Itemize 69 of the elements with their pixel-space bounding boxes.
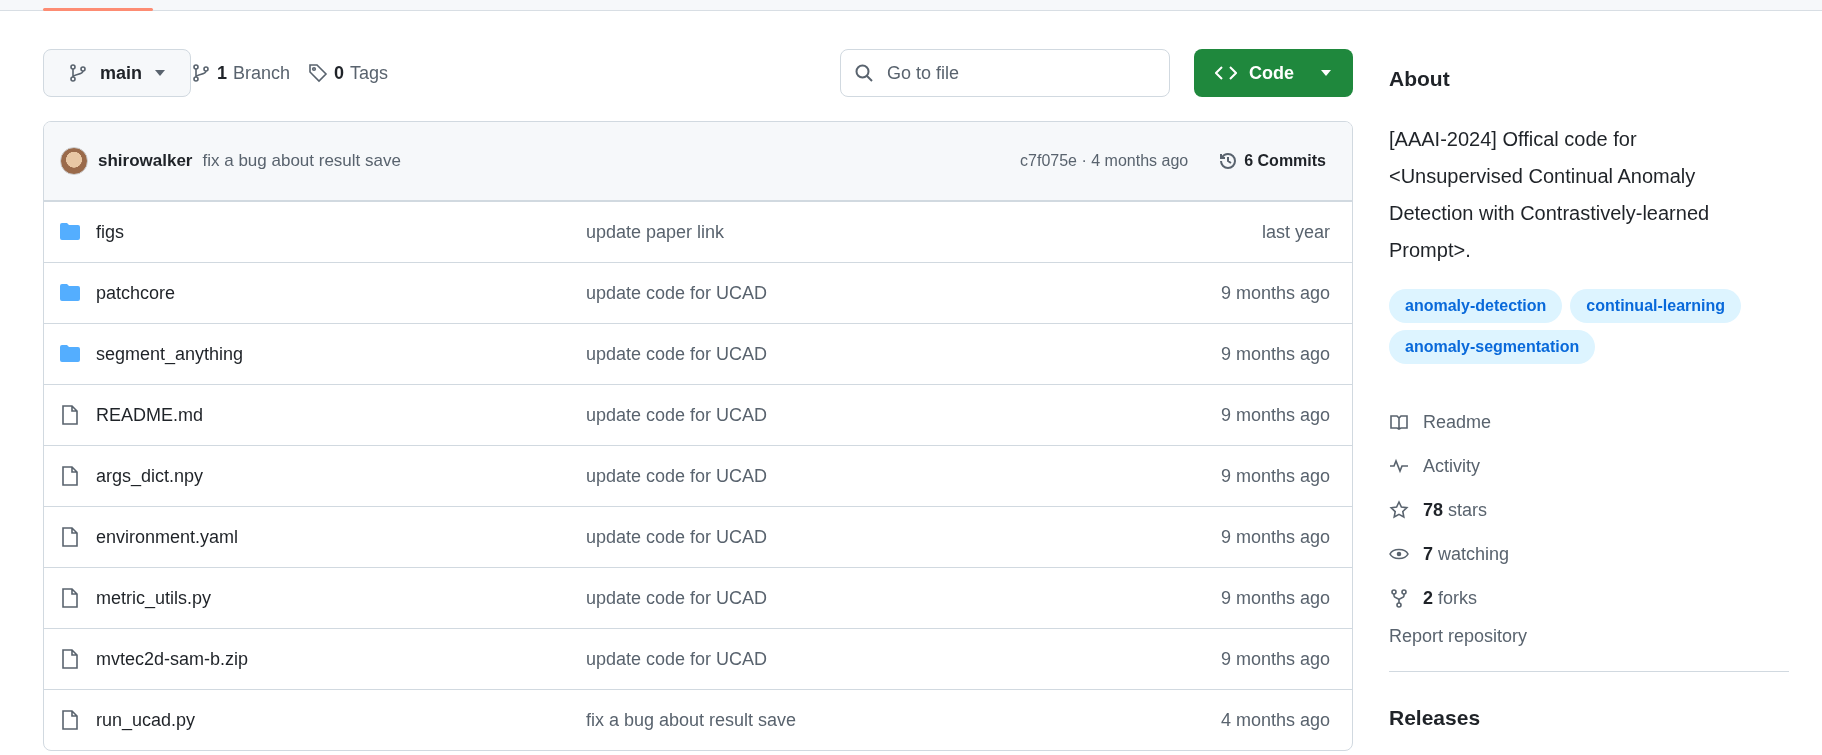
star-icon [1389, 500, 1409, 520]
caret-icon [154, 69, 166, 77]
file-icon [60, 648, 80, 670]
commit-message[interactable]: fix a bug about result save [586, 709, 797, 730]
commit-hash-time[interactable]: c7f075e · 4 months ago [1020, 152, 1189, 170]
history-icon [1218, 151, 1239, 171]
commit-message[interactable]: update code for UCAD [586, 282, 768, 303]
commit-time: 9 months ago [1220, 648, 1330, 670]
commit-time: 9 months ago [1220, 587, 1330, 609]
commit-message[interactable]: update code for UCAD [586, 343, 768, 364]
branch-icon [191, 63, 211, 83]
branch-select-button[interactable]: main [43, 49, 191, 97]
stars-link[interactable]: 78 stars [1389, 488, 1789, 532]
folder-icon [59, 344, 81, 364]
file-icon [60, 709, 80, 731]
commit-message[interactable]: update code for UCAD [586, 465, 768, 486]
commit-message[interactable]: fix a bug about result save [202, 151, 401, 171]
commit-time: 9 months ago [1220, 343, 1330, 365]
branches-link[interactable]: 1 Branch [217, 62, 291, 84]
activity-link[interactable]: Activity [1389, 444, 1789, 488]
avatar[interactable] [60, 147, 88, 175]
commit-message[interactable]: update code for UCAD [586, 526, 768, 547]
repo-description: [AAAI-2024] Offical code for <Unsupervised Continual Anomaly Detection with Contrastively-learned Prompt>. [1389, 127, 1711, 263]
commit-time: 9 months ago [1220, 404, 1330, 426]
file-name[interactable]: args_dict.npy [96, 465, 586, 487]
file-name[interactable]: patchcore [96, 282, 586, 304]
file-name[interactable]: run_ucad.py [96, 709, 586, 731]
search-field[interactable]: Go to file [840, 49, 1170, 97]
topic-tag[interactable]: anomaly-segmentation [1389, 330, 1596, 364]
file-name[interactable]: segment_anything [96, 343, 586, 365]
file-name[interactable]: environment.yaml [96, 526, 586, 548]
topic-tag[interactable]: anomaly-detection [1389, 289, 1563, 323]
file-name[interactable]: README.md [96, 404, 586, 426]
about-heading: About [1389, 67, 1451, 91]
commit-message[interactable]: update code for UCAD [586, 404, 768, 425]
code-icon [1215, 65, 1237, 81]
code-button[interactable]: Code [1194, 49, 1353, 97]
file-icon [60, 404, 80, 426]
file-name[interactable]: mvtec2d-sam-b.zip [96, 648, 586, 670]
commit-time: 9 months ago [1220, 526, 1330, 548]
forks-link[interactable]: 2 forks [1389, 576, 1789, 620]
file-name[interactable]: figs [96, 221, 586, 243]
commit-time: 4 months ago [1220, 709, 1330, 731]
book-icon [1389, 412, 1409, 432]
folder-icon [59, 222, 81, 242]
file-icon [60, 465, 80, 487]
file-name[interactable]: metric_utils.py [96, 587, 586, 609]
branch-icon [68, 63, 88, 83]
search-icon [854, 63, 874, 83]
releases-heading: Releases [1389, 706, 1482, 730]
commit-message[interactable]: update paper link [586, 221, 725, 242]
report-link[interactable]: Report repository [1389, 626, 1789, 647]
tag-icon [308, 63, 329, 83]
topic-tag[interactable]: continual-learning [1570, 289, 1742, 323]
commit-time: last year [1261, 221, 1330, 243]
file-icon [60, 587, 80, 609]
file-icon [60, 526, 80, 548]
readme-link[interactable]: Readme [1389, 400, 1789, 444]
tags-link[interactable]: 0 Tags [334, 62, 389, 84]
commits-link[interactable]: 6 Commits [1218, 151, 1326, 171]
commit-message[interactable]: update code for UCAD [586, 587, 768, 608]
commit-time: 9 months ago [1220, 282, 1330, 304]
folder-icon [59, 283, 81, 303]
commit-message[interactable]: update code for UCAD [586, 648, 768, 669]
caret-icon [1320, 69, 1332, 77]
watching-link[interactable]: 7 watching [1389, 532, 1789, 576]
fork-icon [1389, 588, 1409, 608]
commit-time: 9 months ago [1220, 465, 1330, 487]
commit-author[interactable]: shirowalker [98, 151, 193, 171]
